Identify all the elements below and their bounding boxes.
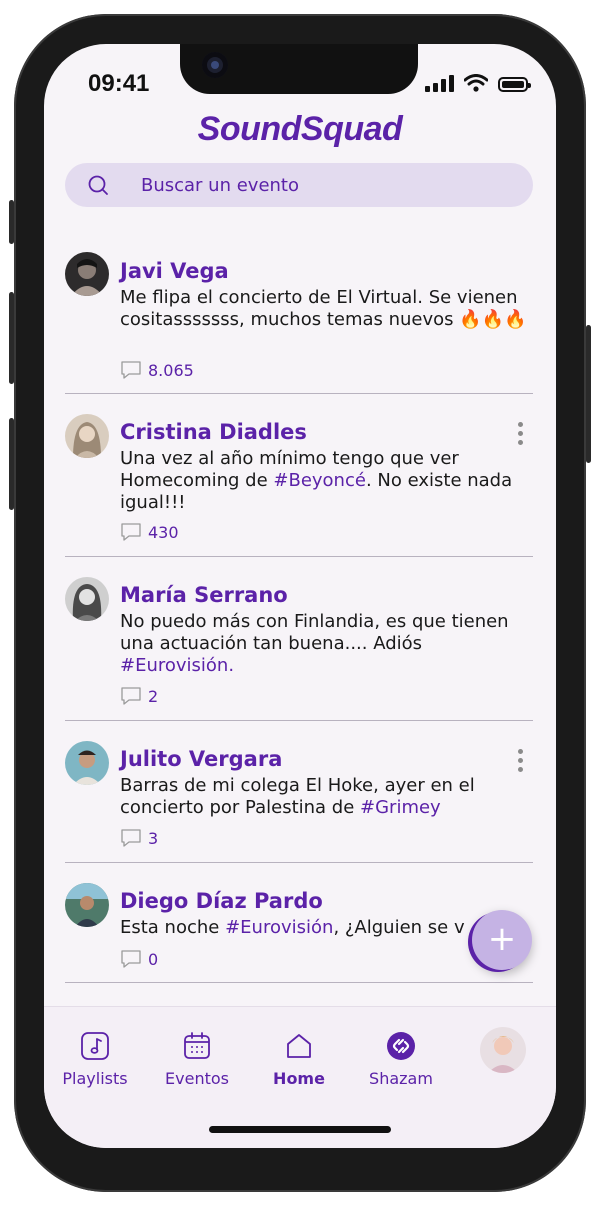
post-text: Esta noche #Eurovisión, ¿Alguien se v — [120, 917, 465, 938]
nav-label: Playlists — [62, 1069, 128, 1088]
comment-icon — [121, 687, 141, 705]
app-screen: 09:41 SoundSquad Buscar un evento Javi V… — [44, 44, 556, 1148]
new-post-button[interactable]: + — [472, 910, 532, 970]
avatar[interactable] — [65, 741, 109, 785]
volume-down-button — [9, 418, 14, 510]
volume-up-button — [9, 292, 14, 384]
signal-icon — [425, 74, 454, 92]
avatar[interactable] — [65, 883, 109, 927]
comment-count-value: 0 — [148, 949, 159, 969]
comment-count[interactable]: 0 — [120, 949, 158, 969]
post-author[interactable]: María Serrano — [120, 583, 288, 607]
post-text: Una vez al año mínimo tengo que ver Home… — [120, 448, 513, 513]
home-indicator — [209, 1126, 391, 1133]
post-author[interactable]: Cristina Diadles — [120, 420, 307, 444]
comment-count[interactable]: 8.065 — [120, 360, 194, 380]
post-text: No puedo más con Finlandia, es que tiene… — [120, 611, 509, 676]
shazam-icon — [387, 1032, 415, 1060]
wifi-icon — [464, 74, 488, 92]
post-author[interactable]: Julito Vergara — [120, 747, 282, 771]
nav-label: Home — [273, 1069, 325, 1088]
comment-icon — [121, 829, 141, 847]
nav-playlists[interactable]: Playlists — [50, 1031, 140, 1088]
post-card[interactable]: Javi Vega Me flipa el concierto de El Vi… — [65, 234, 533, 394]
comment-icon — [121, 950, 141, 968]
battery-icon — [498, 77, 531, 92]
nav-eventos[interactable]: Eventos — [152, 1031, 242, 1088]
more-options-icon[interactable] — [517, 422, 523, 445]
app-title: SoundSquad — [197, 110, 403, 148]
post-card[interactable]: Cristina Diadles Una vez al año mínimo t… — [65, 394, 533, 557]
search-icon — [88, 175, 108, 195]
camera-notch — [180, 44, 418, 94]
status-icons — [425, 74, 531, 92]
post-card[interactable]: Diego Díaz Pardo Esta noche #Eurovisión,… — [65, 863, 533, 983]
profile-avatar[interactable] — [480, 1027, 526, 1073]
nav-home[interactable]: Home — [254, 1031, 344, 1088]
comment-count[interactable]: 430 — [120, 522, 179, 542]
comment-icon — [121, 361, 141, 379]
hashtag-link[interactable]: #Beyoncé — [273, 470, 366, 491]
post-card[interactable]: María Serrano No puedo más con Finlandia… — [65, 557, 533, 721]
avatar[interactable] — [65, 414, 109, 458]
nav-label: Eventos — [165, 1069, 229, 1088]
post-feed: Javi Vega Me flipa el concierto de El Vi… — [65, 234, 533, 983]
search-input[interactable]: Buscar un evento — [141, 175, 299, 196]
plus-icon: + — [487, 918, 517, 959]
power-button — [586, 325, 591, 463]
nav-shazam[interactable]: Shazam — [356, 1031, 446, 1088]
comment-count-value: 3 — [148, 828, 159, 848]
home-icon — [287, 1034, 311, 1058]
avatar[interactable] — [65, 252, 109, 296]
phone-button — [9, 200, 14, 244]
music-note-icon — [81, 1032, 109, 1060]
status-time: 09:41 — [88, 70, 150, 97]
calendar-icon — [184, 1032, 210, 1059]
hashtag-link[interactable]: #Eurovisión — [225, 917, 333, 938]
hashtag-link[interactable]: #Eurovisión. — [120, 655, 234, 676]
comment-icon — [121, 523, 141, 541]
post-text: Barras de mi colega El Hoke, ayer en el … — [120, 775, 475, 818]
post-text: Me flipa el concierto de El Virtual. Se … — [120, 287, 527, 330]
comment-count-value: 8.065 — [148, 360, 194, 380]
comment-count[interactable]: 3 — [120, 828, 158, 848]
nav-label: Shazam — [369, 1069, 433, 1088]
comment-count[interactable]: 2 — [120, 686, 158, 706]
more-options-icon[interactable] — [517, 749, 523, 772]
post-author[interactable]: Javi Vega — [120, 259, 229, 283]
comment-count-value: 430 — [148, 522, 179, 542]
comment-count-value: 2 — [148, 686, 159, 706]
search-bar[interactable]: Buscar un evento — [65, 163, 533, 207]
post-author[interactable]: Diego Díaz Pardo — [120, 889, 323, 913]
avatar[interactable] — [65, 577, 109, 621]
hashtag-link[interactable]: #Grimey — [360, 797, 441, 818]
post-card[interactable]: Julito Vergara Barras de mi colega El Ho… — [65, 721, 533, 863]
